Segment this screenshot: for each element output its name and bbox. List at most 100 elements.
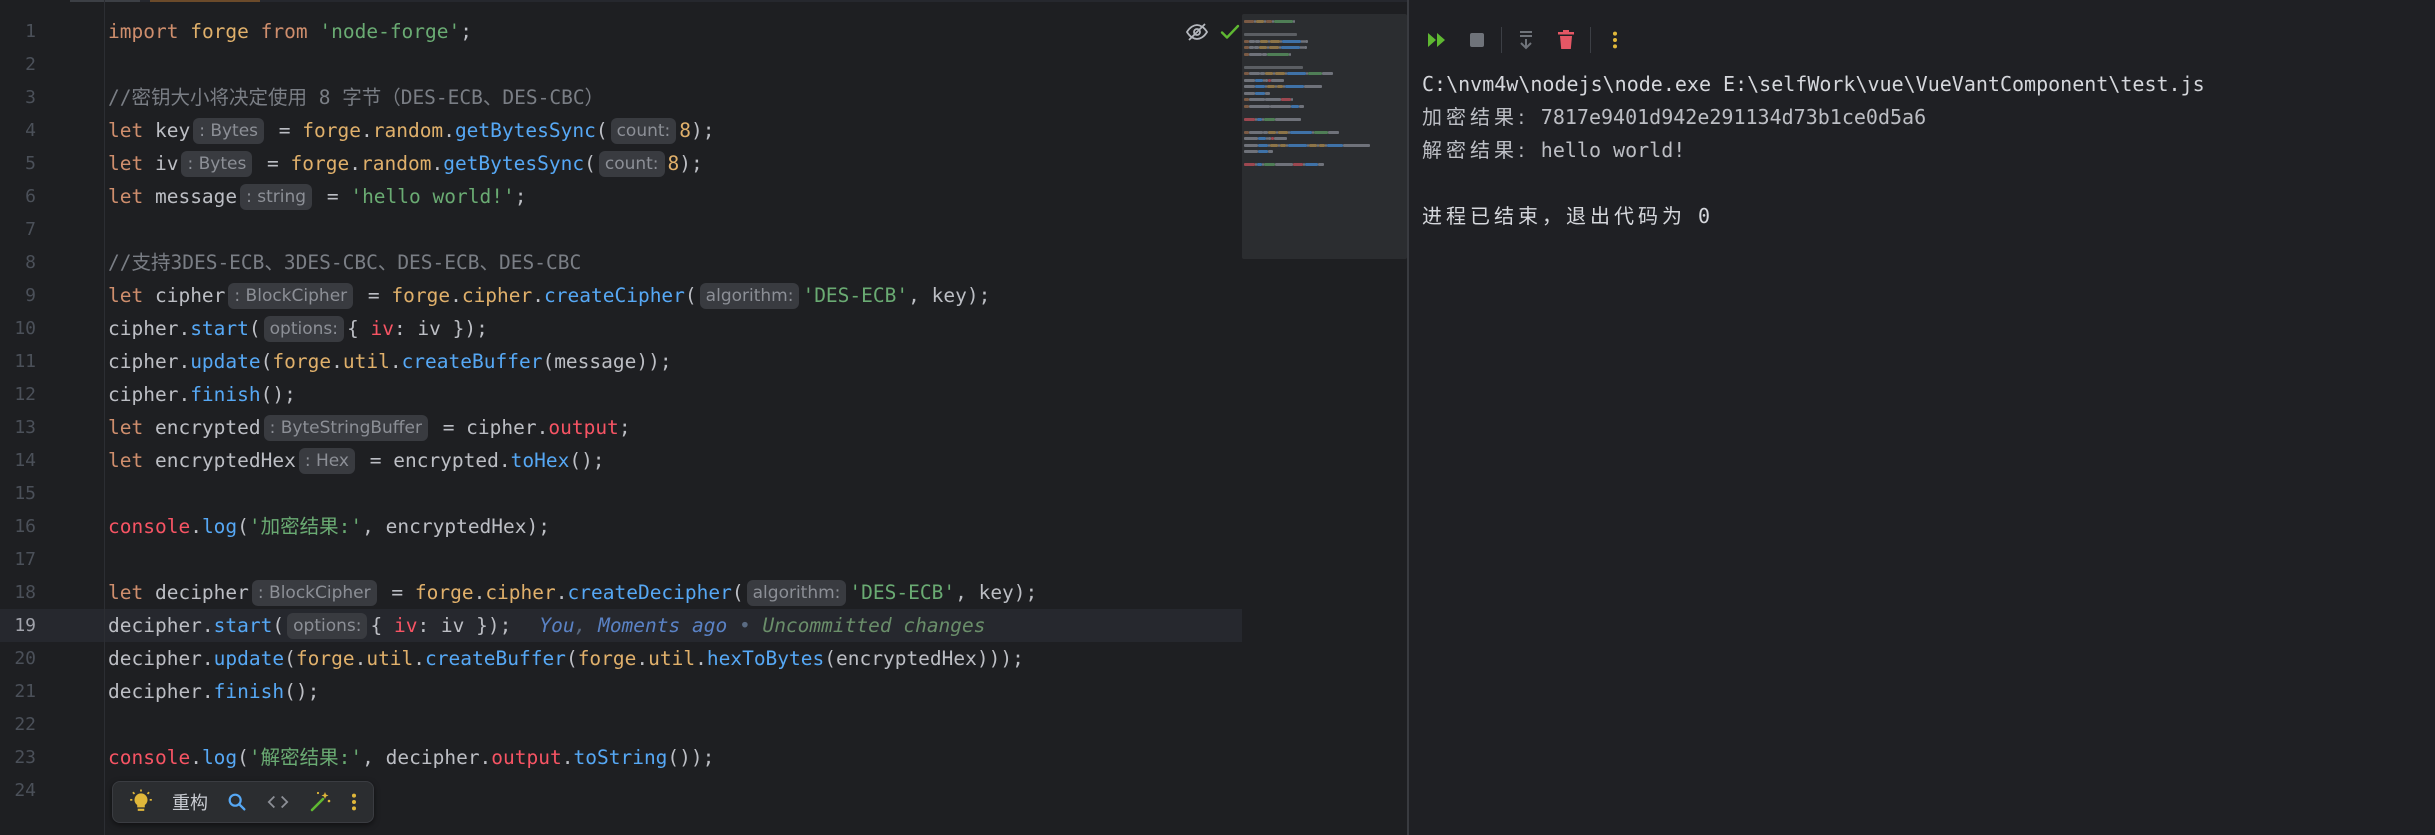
more-vertical-icon[interactable]	[343, 786, 365, 818]
line-number[interactable]: 7	[0, 213, 36, 246]
magic-wand-icon[interactable]	[301, 786, 339, 818]
code-token: (	[584, 152, 596, 175]
line-number[interactable]: 24	[0, 774, 36, 807]
minimap-line	[1265, 91, 1270, 95]
code-line[interactable]: 12 cipher.finish();	[0, 378, 1242, 411]
line-number[interactable]: 23	[0, 741, 36, 774]
line-number[interactable]: 10	[0, 312, 36, 345]
search-icon[interactable]	[219, 786, 255, 818]
code-line[interactable]: 1 import forge from 'node-forge';	[0, 15, 1242, 48]
code-token: .	[190, 746, 202, 769]
line-number[interactable]: 17	[0, 543, 36, 576]
code-token: getBytesSync	[454, 119, 596, 142]
code-brackets-icon[interactable]	[259, 786, 297, 818]
more-vertical-icon[interactable]	[1595, 22, 1635, 58]
code-token: 'hello world!'	[350, 185, 515, 208]
code-line[interactable]: 10 cipher.start(options:{ iv: iv });	[0, 312, 1242, 345]
code-line[interactable]: 11 cipher.update(forge.util.createBuffer(…	[0, 345, 1242, 378]
line-number[interactable]: 11	[0, 345, 36, 378]
code-line[interactable]: 23 console.log('解密结果:', decipher.output.t…	[0, 741, 1242, 774]
clear-icon[interactable]	[1546, 22, 1586, 58]
code-token: output	[548, 416, 619, 439]
scroll-to-end-icon[interactable]	[1506, 22, 1546, 58]
check-icon[interactable]	[1218, 20, 1242, 44]
code-token: .	[443, 119, 455, 142]
line-number[interactable]: 6	[0, 180, 36, 213]
code-line[interactable]: 8 //支持3DES-ECB、3DES-CBC、DES-ECB、DES-CBC	[0, 246, 1242, 279]
code-token: = encrypted.	[358, 449, 511, 472]
line-number[interactable]: 4	[0, 114, 36, 147]
code-line[interactable]: 21 decipher.finish();	[0, 675, 1242, 708]
line-number[interactable]: 21	[0, 675, 36, 708]
rerun-icon[interactable]	[1417, 22, 1457, 58]
code-token: random	[361, 152, 432, 175]
line-number[interactable]: 15	[0, 477, 36, 510]
code-token: let	[108, 581, 144, 604]
code-line[interactable]: 13 let encrypted: ByteStringBuffer = ciph…	[0, 411, 1242, 444]
minimap-line	[1258, 143, 1268, 147]
code-line[interactable]: 18 let decipher: BlockCipher = forge.ciph…	[0, 576, 1242, 609]
code-token: cipher	[461, 284, 533, 307]
code-token: (encryptedHex)));	[824, 647, 1024, 670]
line-number[interactable]: 2	[0, 48, 36, 81]
line-number[interactable]: 9	[0, 279, 36, 312]
code-text: cipher.update(forge.util.createBuffer(me…	[108, 345, 672, 378]
code-line[interactable]: 19 decipher.start(options:{ iv: iv }); You…	[0, 609, 1242, 642]
code-line[interactable]: 17	[0, 543, 1242, 576]
code-editor[interactable]: 1 import forge from 'node-forge'; 2 3 //密钥大小…	[0, 0, 1407, 835]
code-token: 8	[679, 119, 692, 142]
line-number[interactable]: 12	[0, 378, 36, 411]
inlay-hint: : BlockCipher	[251, 580, 377, 606]
line-number[interactable]: 19	[0, 609, 36, 642]
code-line[interactable]: 6 let message: string = 'hello world!';	[0, 180, 1242, 213]
minimap-line	[1287, 72, 1306, 75]
code-line[interactable]: 2	[0, 48, 1242, 81]
code-token: 'node-forge'	[319, 20, 461, 43]
code-token: finish	[190, 383, 261, 406]
line-number[interactable]: 22	[0, 708, 36, 741]
code-token: createBuffer	[401, 350, 543, 373]
line-number[interactable]: 14	[0, 444, 36, 477]
blame-sep1: ,	[574, 614, 599, 637]
code-text: cipher.finish();	[108, 378, 296, 411]
bulb-icon[interactable]	[121, 786, 161, 818]
line-number[interactable]: 20	[0, 642, 36, 675]
console-output[interactable]: C:\nvm4w\nodejs\node.exe E:\selfWork\vue…	[1422, 68, 2205, 233]
code-line[interactable]: 15	[0, 477, 1242, 510]
code-line[interactable]: 14 let encryptedHex: Hex = encrypted.toHe…	[0, 444, 1242, 477]
code-line[interactable]: 9 let cipher: BlockCipher = forge.cipher.…	[0, 279, 1242, 312]
code-line[interactable]: 7	[0, 213, 1242, 246]
line-number[interactable]: 13	[0, 411, 36, 444]
line-number[interactable]: 8	[0, 246, 36, 279]
minimap[interactable]	[1242, 14, 1407, 259]
line-number[interactable]: 1	[0, 15, 36, 48]
code-line[interactable]: 3 //密钥大小将决定使用 8 字节（DES-ECB、DES-CBC）	[0, 81, 1242, 114]
code-token: =	[379, 581, 415, 604]
minimap-line	[1255, 91, 1265, 95]
console-decrypt-line: 解密结果: hello world!	[1422, 134, 2205, 167]
eye-slash-icon[interactable]	[1185, 20, 1209, 44]
line-number[interactable]: 18	[0, 576, 36, 609]
code-token: 'DES-ECB'	[802, 284, 909, 307]
code-token: iv	[393, 614, 418, 637]
code-line[interactable]: 22	[0, 708, 1242, 741]
stop-icon[interactable]	[1457, 22, 1497, 58]
line-number[interactable]: 5	[0, 147, 36, 180]
code-token: .	[636, 647, 649, 670]
code-text: let encrypted: ByteStringBuffer = cipher…	[108, 411, 631, 444]
code-text: let decipher: BlockCipher = forge.cipher…	[108, 576, 1037, 609]
code-line[interactable]: 16 console.log('加密结果:', encryptedHex);	[0, 510, 1242, 543]
line-number[interactable]: 3	[0, 81, 36, 114]
git-blame-annotation[interactable]: You, Moments ago • Uncommitted changes	[539, 614, 985, 637]
refactor-button[interactable]: 重构	[165, 786, 215, 818]
console-command-line: C:\nvm4w\nodejs\node.exe E:\selfWork\vue…	[1422, 72, 2205, 96]
code-line[interactable]: 5 let iv: Bytes = forge.random.getBytesSy…	[0, 147, 1242, 180]
code-token: (	[237, 515, 249, 538]
minimap-line	[1293, 20, 1295, 23]
minimap-line	[1304, 85, 1322, 88]
code-line[interactable]: 20 decipher.update(forge.util.createBuffe…	[0, 642, 1242, 675]
code-token: iv	[370, 317, 394, 340]
minimap-line	[1267, 85, 1275, 88]
code-line[interactable]: 4 let key: Bytes = forge.random.getBytesS…	[0, 114, 1242, 147]
line-number[interactable]: 16	[0, 510, 36, 543]
